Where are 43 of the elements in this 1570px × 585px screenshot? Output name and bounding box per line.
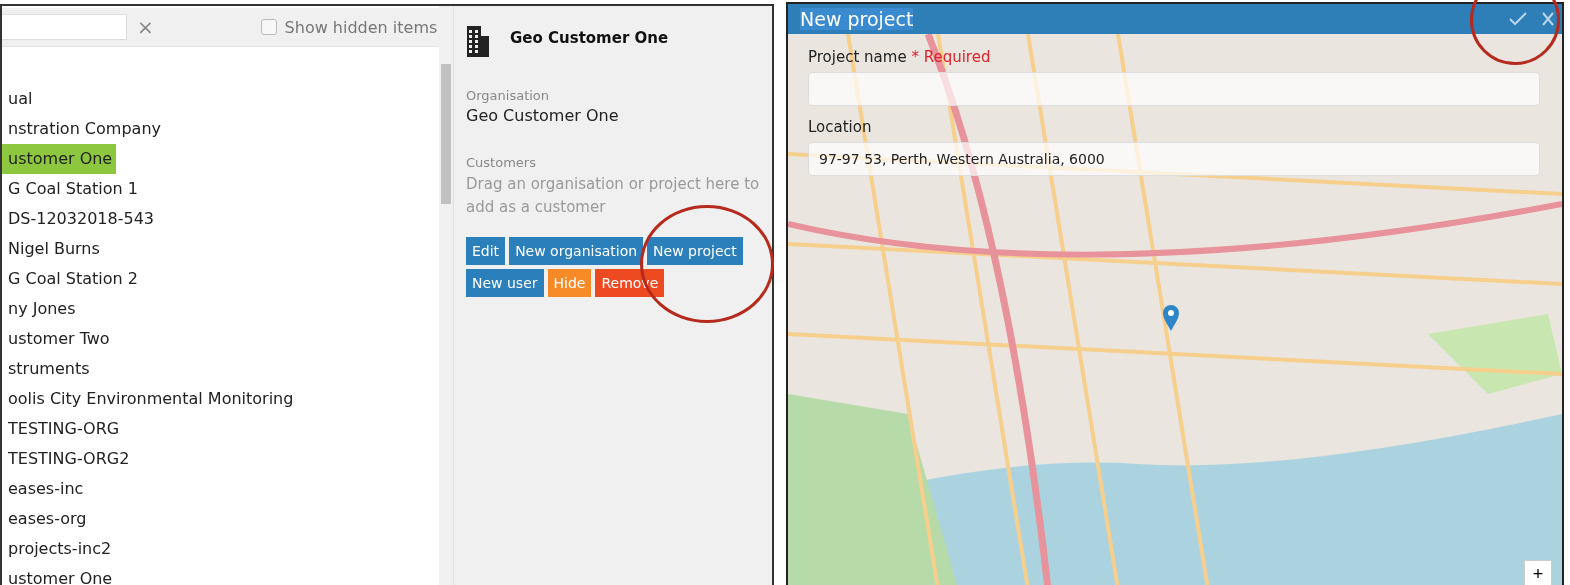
checkbox-label: Show hidden items (284, 17, 438, 37)
zoom-in-button[interactable]: + (1524, 560, 1552, 585)
close-icon[interactable] (1542, 12, 1554, 26)
organisation-list-item[interactable]: TESTING-ORG (2, 414, 124, 444)
organisation-list-item[interactable]: projects-inc2 (2, 534, 116, 564)
project-name-field[interactable] (808, 72, 1540, 106)
organisation-list-item[interactable]: eases-org (2, 504, 91, 534)
dialog-title: New project (800, 8, 914, 30)
organisation-name: Geo Customer One (466, 106, 620, 125)
action-button[interactable]: Edit (466, 237, 506, 265)
field-label: Organisation (466, 88, 551, 103)
organisation-list-item[interactable]: eases-inc (2, 474, 88, 504)
building-icon (466, 24, 490, 58)
field-label: Project name * Required (808, 48, 992, 66)
organisation-list-item[interactable]: ual (2, 84, 37, 114)
field-label: Customers (466, 155, 537, 170)
scrollbar-thumb[interactable] (441, 64, 452, 204)
confirm-check-icon[interactable] (1508, 11, 1528, 27)
organisation-list-item[interactable]: nstration Company (2, 114, 165, 144)
action-button[interactable]: New organisation (509, 237, 644, 265)
organisation-list-item[interactable]: G Coal Station 1 (2, 174, 142, 204)
organisation-list-item[interactable]: ny Jones (2, 294, 80, 324)
organisation-list-item[interactable]: Nigel Burns (2, 234, 104, 264)
search-field[interactable] (2, 14, 127, 40)
action-button[interactable]: New user (466, 269, 544, 297)
organisation-list-item[interactable]: G Coal Station 2 (2, 264, 142, 294)
organisation-list-item[interactable]: ustomer Two (2, 324, 114, 354)
field-label: Location (808, 118, 873, 136)
organisation-list-item[interactable]: TESTING-ORG2 (2, 444, 134, 474)
show-hidden-checkbox[interactable] (260, 19, 277, 35)
map-marker-icon[interactable] (1162, 304, 1180, 332)
action-button[interactable]: New project (647, 237, 743, 265)
organisation-title: Geo Customer One (510, 29, 669, 47)
organisation-list-item[interactable]: ustomer One (2, 564, 117, 585)
action-button[interactable]: Remove (595, 269, 665, 297)
map-background[interactable]: Project name * Required Location 97-97 53, Perth, Western Australia, 6000 + (788, 34, 1562, 585)
location-field[interactable]: 97-97 53, Perth, Western Australia, 6000 (808, 142, 1540, 176)
organisation-list-item[interactable]: ustomer One (2, 144, 117, 174)
organisation-list-item[interactable]: oolis City Environmental Monitoring (2, 384, 298, 414)
organisation-list-item[interactable]: DS-12032018-543 (2, 204, 158, 234)
scrollbar[interactable] (439, 6, 453, 585)
drop-hint: Drag an organisation or project here to add as a customer (466, 174, 761, 218)
organisation-list-item[interactable]: struments (2, 354, 94, 384)
